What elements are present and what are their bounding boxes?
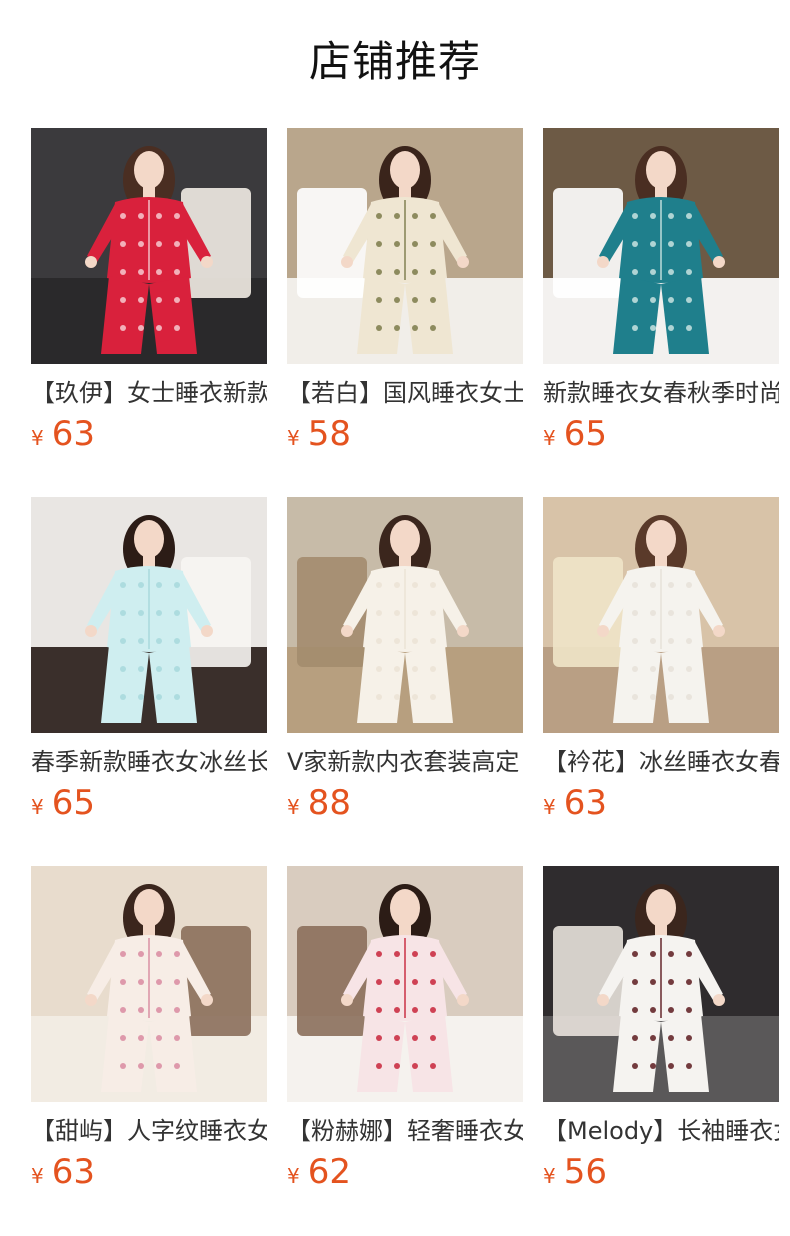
product-card[interactable]: 【若白】国风睡衣女士 ¥58: [287, 128, 523, 458]
product-image[interactable]: [287, 497, 523, 733]
price-row: ¥65: [543, 412, 779, 456]
currency-symbol: ¥: [31, 1164, 44, 1188]
price-row: ¥63: [31, 412, 267, 456]
product-title[interactable]: 【衿花】冰丝睡衣女春秋: [543, 745, 779, 779]
product-price: 63: [51, 414, 95, 454]
product-image[interactable]: [543, 128, 779, 364]
product-price: 56: [563, 1152, 607, 1192]
product-title[interactable]: 【粉赫娜】轻奢睡衣女士: [287, 1114, 523, 1148]
product-price: 62: [307, 1152, 351, 1192]
product-price: 63: [563, 783, 607, 823]
product-image[interactable]: [543, 866, 779, 1102]
product-card[interactable]: 【甜屿】人字纹睡衣女士 ¥63: [31, 866, 267, 1196]
product-title[interactable]: 【甜屿】人字纹睡衣女士: [31, 1114, 267, 1148]
product-photo: [287, 497, 523, 733]
currency-symbol: ¥: [543, 795, 556, 819]
currency-symbol: ¥: [287, 795, 300, 819]
product-card[interactable]: 【衿花】冰丝睡衣女春秋 ¥63: [543, 497, 779, 827]
currency-symbol: ¥: [287, 1164, 300, 1188]
product-price: 65: [563, 414, 607, 454]
product-photo: [31, 866, 267, 1102]
product-card[interactable]: 【Melody】长袖睡衣女士 ¥56: [543, 866, 779, 1196]
currency-symbol: ¥: [543, 1164, 556, 1188]
currency-symbol: ¥: [31, 426, 44, 450]
price-row: ¥88: [287, 781, 523, 825]
product-photo: [287, 128, 523, 364]
product-photo: [31, 128, 267, 364]
product-price: 58: [307, 414, 351, 454]
product-title[interactable]: 【若白】国风睡衣女士: [287, 376, 523, 410]
product-image[interactable]: [31, 128, 267, 364]
product-photo: [543, 866, 779, 1102]
product-photo: [543, 497, 779, 733]
product-title[interactable]: 【Melody】长袖睡衣女士: [543, 1114, 779, 1148]
price-row: ¥62: [287, 1150, 523, 1194]
product-card[interactable]: 【粉赫娜】轻奢睡衣女士 ¥62: [287, 866, 523, 1196]
product-photo: [31, 497, 267, 733]
currency-symbol: ¥: [287, 426, 300, 450]
product-card[interactable]: V家新款内衣套装高定 ¥88: [287, 497, 523, 827]
product-title[interactable]: 春季新款睡衣女冰丝长袖: [31, 745, 267, 779]
product-card[interactable]: 【玖伊】女士睡衣新款 ¥63: [31, 128, 267, 458]
product-title[interactable]: 新款睡衣女春秋季时尚: [543, 376, 779, 410]
product-card[interactable]: 春季新款睡衣女冰丝长袖 ¥65: [31, 497, 267, 827]
price-row: ¥63: [543, 781, 779, 825]
product-image[interactable]: [543, 497, 779, 733]
product-image[interactable]: [287, 866, 523, 1102]
page-title: 店铺推荐: [308, 37, 481, 86]
product-title[interactable]: 【玖伊】女士睡衣新款: [31, 376, 267, 410]
price-row: ¥63: [31, 1150, 267, 1194]
price-row: ¥56: [543, 1150, 779, 1194]
product-photo: [287, 866, 523, 1102]
product-photo: [543, 128, 779, 364]
product-image[interactable]: [287, 128, 523, 364]
currency-symbol: ¥: [31, 795, 44, 819]
product-price: 63: [51, 1152, 95, 1192]
product-card[interactable]: 新款睡衣女春秋季时尚 ¥65: [543, 128, 779, 458]
product-image[interactable]: [31, 497, 267, 733]
product-image[interactable]: [31, 866, 267, 1102]
product-price: 88: [307, 783, 351, 823]
price-row: ¥65: [31, 781, 267, 825]
product-title[interactable]: V家新款内衣套装高定: [287, 745, 523, 779]
product-price: 65: [51, 783, 95, 823]
price-row: ¥58: [287, 412, 523, 456]
currency-symbol: ¥: [543, 426, 556, 450]
